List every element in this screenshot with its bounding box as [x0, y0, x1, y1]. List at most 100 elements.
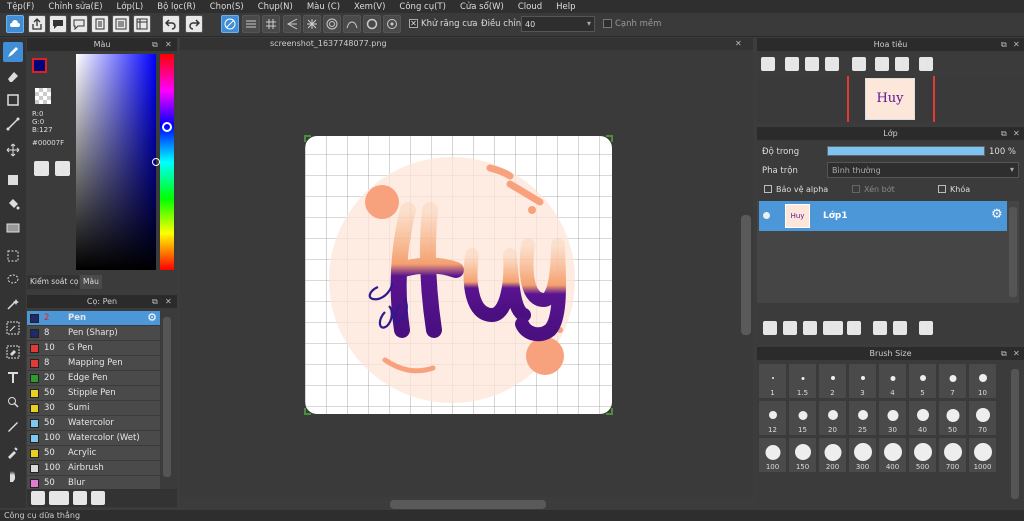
- layer-list-scrollbar[interactable]: [1009, 207, 1017, 297]
- hue-slider[interactable]: [160, 54, 174, 270]
- cloud-icon[interactable]: [6, 15, 24, 33]
- bucket-tool-icon[interactable]: [3, 194, 23, 214]
- brush-item[interactable]: 8 Pen (Sharp): [27, 326, 160, 341]
- blend-mode-select[interactable]: Bình thường ▾: [827, 162, 1019, 178]
- add-brush-icon[interactable]: [31, 491, 45, 505]
- brush-item[interactable]: 8 Mapping Pen: [27, 356, 160, 371]
- select-pen-tool-icon[interactable]: [3, 318, 23, 338]
- snap-settings-icon[interactable]: [383, 15, 401, 33]
- undo-icon[interactable]: [162, 15, 180, 33]
- menu-color[interactable]: Màu (C): [300, 2, 347, 12]
- navigator-preview-area[interactable]: Huy: [757, 76, 1024, 122]
- brush-size-option[interactable]: 100: [758, 437, 787, 473]
- menu-file[interactable]: Tệp(F): [0, 2, 41, 12]
- correction-select[interactable]: 40 ▾: [521, 16, 595, 32]
- delete-layer-icon[interactable]: [919, 321, 933, 335]
- zoom-icon[interactable]: [761, 57, 775, 71]
- close-icon[interactable]: ✕: [165, 297, 172, 306]
- snap-radial-icon[interactable]: [303, 15, 321, 33]
- brush-item[interactable]: 50 Watercolor: [27, 416, 160, 431]
- brush-size-option[interactable]: 150: [788, 437, 817, 473]
- tab-color[interactable]: Màu: [80, 275, 102, 289]
- text-tool-icon[interactable]: [3, 368, 23, 388]
- snap-off-icon[interactable]: [221, 15, 239, 33]
- brush-size-option[interactable]: 4: [878, 363, 907, 399]
- brush-size-option[interactable]: 70: [968, 400, 997, 436]
- new-layer-halftone-icon[interactable]: [783, 321, 797, 335]
- menu-select[interactable]: Chọn(S): [203, 2, 251, 12]
- snap-ellipse-icon[interactable]: [363, 15, 381, 33]
- hand-tool-icon[interactable]: [3, 466, 23, 486]
- brush-size-option[interactable]: 1: [758, 363, 787, 399]
- comment-icon[interactable]: [70, 15, 88, 33]
- gradient-tool-icon[interactable]: [3, 218, 23, 238]
- snap-parallel-icon[interactable]: [242, 15, 260, 33]
- brush-item[interactable]: 30 Sumi: [27, 401, 160, 416]
- grid-settings-icon[interactable]: [133, 15, 151, 33]
- rectangle-tool-icon[interactable]: [3, 90, 23, 110]
- layer-name[interactable]: Lớp1: [823, 211, 848, 221]
- fill-rect-tool-icon[interactable]: [3, 170, 23, 190]
- duplicate-layer-icon[interactable]: [873, 321, 887, 335]
- opacity-slider[interactable]: [827, 146, 985, 156]
- brush-item[interactable]: 10 G Pen: [27, 341, 160, 356]
- merge-layer-icon[interactable]: [893, 321, 907, 335]
- expand-icon[interactable]: ⧉: [1001, 129, 1007, 139]
- menu-window[interactable]: Cửa sổ(W): [453, 2, 511, 12]
- rotate-reset-icon[interactable]: [875, 57, 889, 71]
- snap-circle-icon[interactable]: [323, 15, 341, 33]
- brush-size-option[interactable]: 40: [908, 400, 937, 436]
- brush-size-option[interactable]: 30: [878, 400, 907, 436]
- snap-vanish-icon[interactable]: [283, 15, 301, 33]
- document-icon[interactable]: [91, 15, 109, 33]
- menu-filter[interactable]: Bộ lọc(R): [150, 2, 203, 12]
- brush-size-option[interactable]: 700: [938, 437, 967, 473]
- visibility-icon[interactable]: [763, 212, 770, 219]
- brush-size-option[interactable]: 10: [968, 363, 997, 399]
- eyedropper-tool-icon[interactable]: [3, 442, 23, 462]
- operation-tool-icon[interactable]: [3, 392, 23, 412]
- transparent-color-swatch[interactable]: [35, 88, 51, 104]
- new-folder-icon[interactable]: [847, 321, 861, 335]
- close-icon[interactable]: ✕: [1013, 40, 1020, 49]
- gear-icon[interactable]: ⚙: [991, 207, 1003, 222]
- rotate-right-icon[interactable]: [895, 57, 909, 71]
- hue-slider-handle[interactable]: [162, 122, 172, 132]
- snap-curve-icon[interactable]: [343, 15, 361, 33]
- brush-size-scrollbar[interactable]: [1011, 369, 1019, 499]
- menu-edit[interactable]: Chỉnh sửa(E): [41, 2, 109, 12]
- sv-picker-cursor[interactable]: [152, 158, 160, 166]
- menu-capture[interactable]: Chụp(N): [251, 2, 300, 12]
- layers-list-icon[interactable]: [112, 15, 130, 33]
- brush-item[interactable]: 50 Acrylic: [27, 446, 160, 461]
- new-layer-1bit-icon[interactable]: [803, 321, 817, 335]
- layer-row[interactable]: Huy Lớp1 ⚙: [759, 201, 1007, 231]
- menu-tools[interactable]: Công cụ(T): [392, 2, 453, 12]
- expand-icon[interactable]: ⧉: [1001, 349, 1007, 359]
- redo-icon[interactable]: [185, 15, 203, 33]
- magic-wand-tool-icon[interactable]: [3, 294, 23, 314]
- menu-layer[interactable]: Lớp(L): [110, 2, 151, 12]
- brush-size-option[interactable]: 15: [788, 400, 817, 436]
- chat-icon[interactable]: [49, 15, 67, 33]
- brush-size-option[interactable]: 3: [848, 363, 877, 399]
- brush-size-option[interactable]: 25: [848, 400, 877, 436]
- brush-item[interactable]: 50 Stipple Pen: [27, 386, 160, 401]
- palette-settings-icon[interactable]: [55, 161, 70, 176]
- brush-size-option[interactable]: 300: [848, 437, 877, 473]
- flip-icon[interactable]: [919, 57, 933, 71]
- select-eraser-tool-icon[interactable]: [3, 342, 23, 362]
- soft-edge-checkbox[interactable]: [603, 19, 612, 28]
- select-tool-icon[interactable]: [3, 246, 23, 266]
- brush-menu-icon[interactable]: [49, 491, 69, 505]
- tab-brush-control[interactable]: Kiểm soát cọ: [27, 275, 79, 289]
- eraser-tool-icon[interactable]: [3, 66, 23, 86]
- brush-item[interactable]: 100 Airbrush: [27, 461, 160, 476]
- rotate-left-icon[interactable]: [852, 57, 866, 71]
- brush-size-option[interactable]: 500: [908, 437, 937, 473]
- zoom-out-icon[interactable]: [825, 57, 839, 71]
- add-layer-menu-icon[interactable]: [823, 321, 843, 335]
- brush-folder-icon[interactable]: [73, 491, 87, 505]
- line-tool-icon[interactable]: [3, 114, 23, 134]
- brush-item[interactable]: 2 Pen ⚙: [27, 311, 160, 326]
